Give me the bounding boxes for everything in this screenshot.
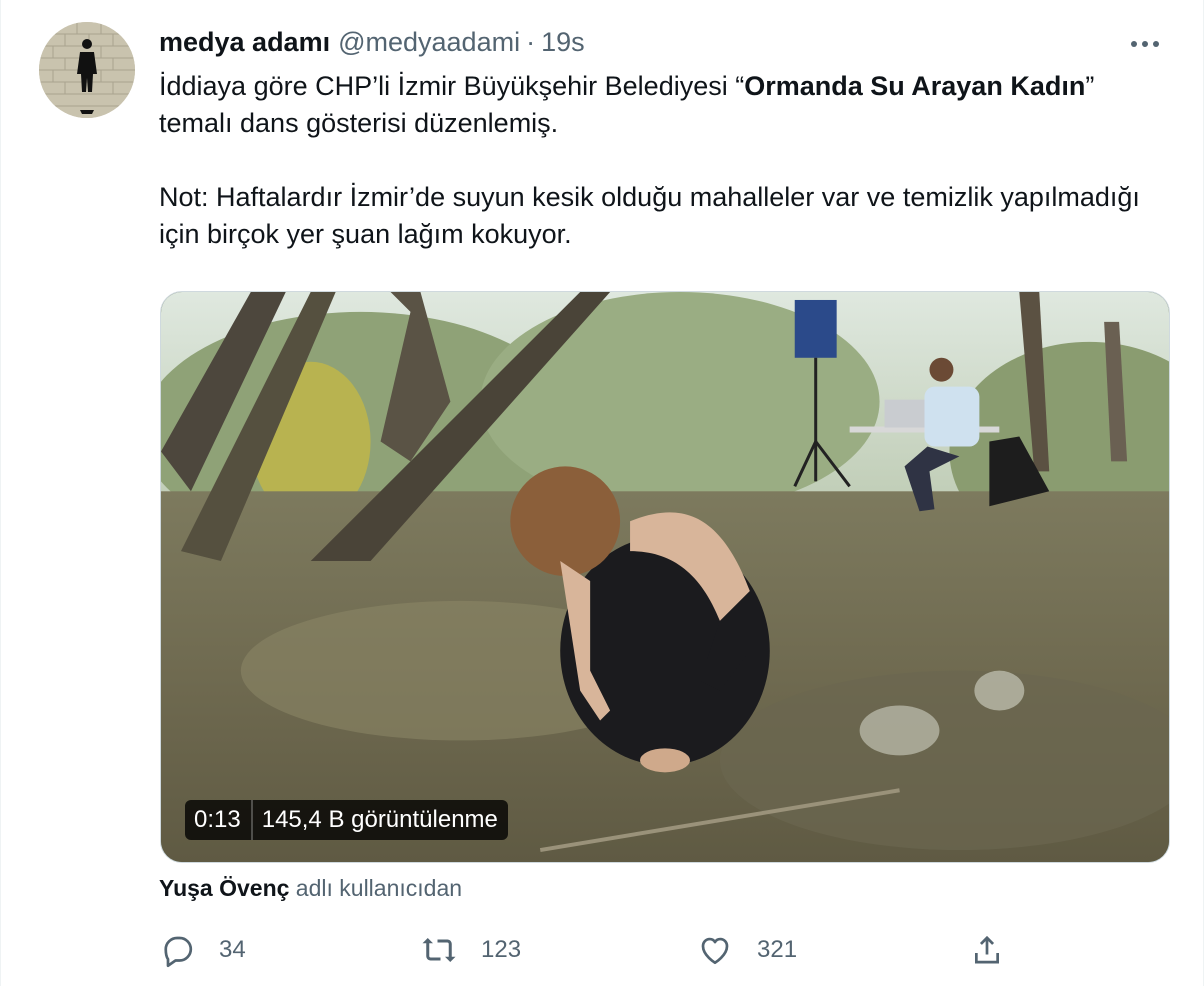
tweet-text-prefix: İddiaya göre CHP’li İzmir Büyükşehir Bel…: [159, 71, 745, 101]
reply-icon: [164, 936, 193, 968]
reply-count: 34: [219, 936, 246, 963]
like-count: 321: [757, 936, 798, 963]
media-attribution: Yuşa Övenç adlı kullanıcıdan: [159, 873, 462, 903]
tweet-time[interactable]: 19s: [541, 26, 585, 58]
retweet-icon: [422, 938, 456, 962]
attribution-user[interactable]: Yuşa Övenç: [159, 875, 289, 901]
share-button[interactable]: [969, 928, 1005, 972]
share-icon: [975, 935, 999, 964]
author-display-name[interactable]: medya adamı: [159, 26, 330, 58]
avatar[interactable]: [39, 22, 135, 118]
video-thumbnail: [161, 292, 1169, 862]
retweet-button[interactable]: 123: [421, 928, 521, 972]
heart-icon: [701, 937, 729, 965]
video-badge: 0:13 145,4 B görüntülenme: [185, 800, 508, 840]
video-view-count: 145,4 B görüntülenme: [261, 806, 498, 833]
more-button[interactable]: [1125, 26, 1165, 62]
tweet-text: İddiaya göre CHP’li İzmir Büyükşehir Bel…: [159, 68, 1159, 253]
tweet-text-bold: Ormanda Su Arayan Kadın: [744, 71, 1086, 101]
reply-button[interactable]: 34: [159, 928, 246, 972]
attribution-suffix: adlı kullanıcıdan: [289, 875, 463, 901]
video-player[interactable]: 0:13 145,4 B görüntülenme: [160, 291, 1170, 863]
header-separator: ·: [526, 27, 536, 57]
retweet-count: 123: [481, 936, 522, 963]
video-duration: 0:13: [194, 806, 241, 833]
like-button[interactable]: 321: [697, 928, 797, 972]
tweet-paragraph-2: Not: Haftalardır İzmir’de suyun kesik ol…: [159, 182, 1140, 249]
author-handle[interactable]: @medyaadami: [338, 26, 520, 58]
tweet-card[interactable]: medya adamı @medyaadami · 19s İddiaya gö…: [0, 0, 1204, 986]
tweet-header: medya adamı @medyaadami · 19s: [159, 26, 585, 58]
more-icon: [1131, 41, 1159, 47]
avatar-image: [39, 22, 135, 118]
tweet-paragraph-1: İddiaya göre CHP’li İzmir Büyükşehir Bel…: [159, 68, 1159, 142]
action-bar: 34 123 321: [159, 928, 1019, 972]
